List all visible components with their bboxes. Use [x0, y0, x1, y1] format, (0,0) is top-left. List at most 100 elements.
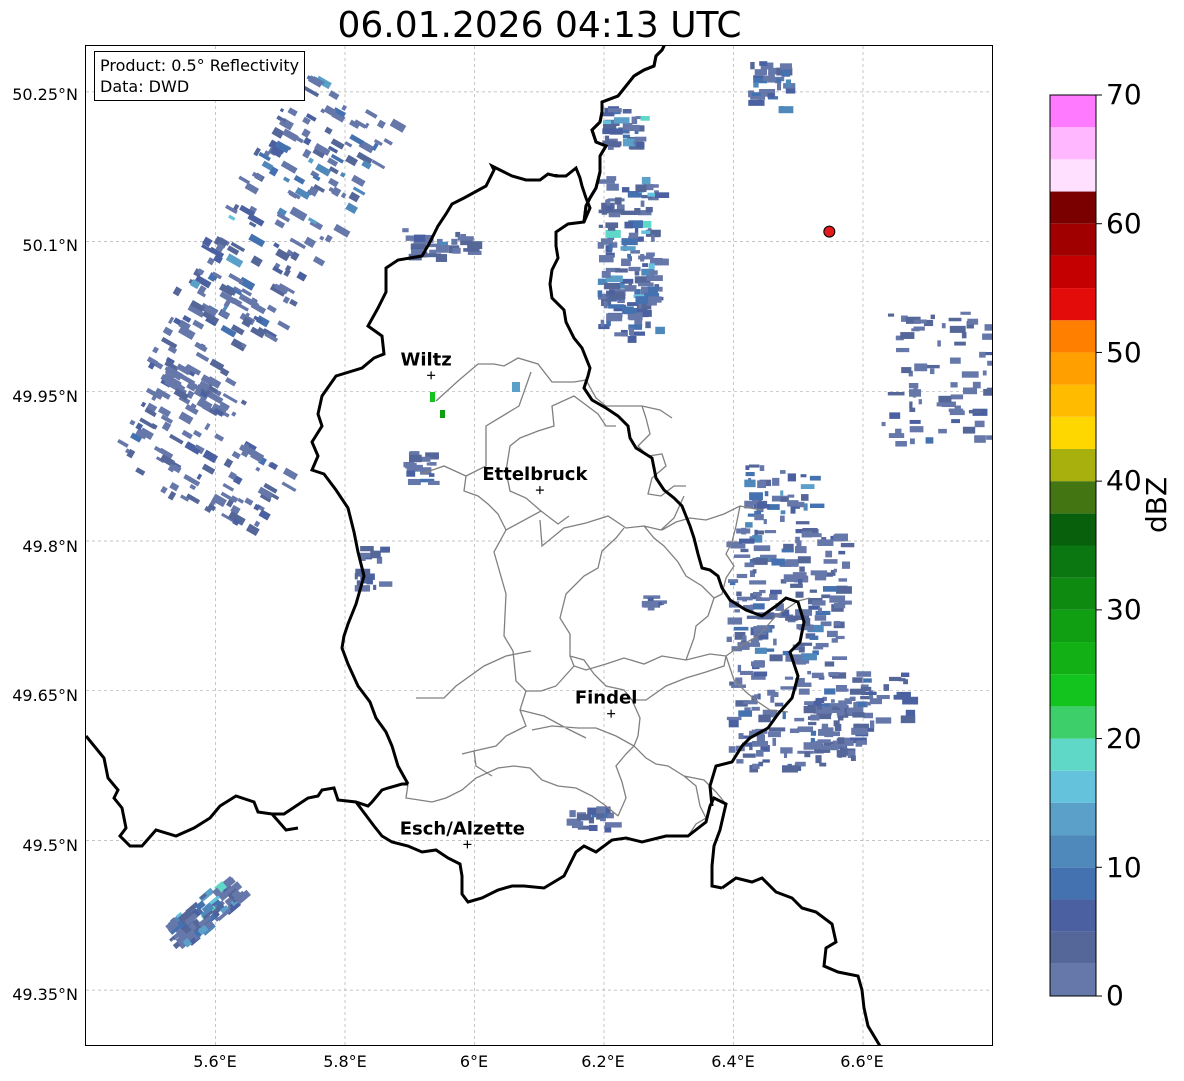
echo-cell [836, 585, 848, 592]
echo-cell [640, 115, 650, 121]
echo-cell [598, 224, 603, 228]
echo-cell [635, 116, 641, 120]
echo-cell [841, 561, 851, 569]
echo-cell [635, 296, 649, 304]
colorbar-band [1050, 609, 1096, 643]
echo-cell [889, 676, 902, 682]
echo-cell [838, 550, 846, 555]
echo-cell [979, 351, 986, 358]
echo-cell [757, 480, 767, 489]
echo-cell [770, 696, 775, 703]
echo-cell [840, 542, 855, 548]
echo-cell [749, 580, 767, 585]
colorbar-band [1050, 899, 1096, 932]
colorbar-tick-label: 30 [1106, 593, 1142, 626]
echo-cell [863, 678, 872, 683]
echo-cell [307, 157, 314, 164]
echo-cell [795, 521, 810, 525]
echo-cell [279, 108, 285, 113]
echo-cell [824, 661, 835, 667]
echo-cell [819, 762, 827, 767]
echo-cell [817, 729, 826, 736]
echo-cell [293, 175, 306, 185]
radar-map-panel[interactable]: Wiltz Ettelbruck Findel Esch/Alzette [85, 45, 993, 1046]
echo-cell [837, 716, 844, 721]
city-label: Ettelbruck [482, 464, 588, 485]
echo-cell [429, 249, 437, 254]
echo-cell [783, 543, 794, 550]
echo-cell [624, 285, 637, 292]
echo-cell [895, 440, 907, 447]
echo-cell [600, 818, 606, 822]
echo-cell [852, 712, 865, 718]
echo-cell [152, 346, 159, 354]
echo-cell [726, 636, 732, 643]
echo-cell [301, 128, 311, 138]
lat-tick-label: 49.65°N [12, 686, 78, 705]
echo-cell [833, 534, 843, 542]
echo-cell [834, 620, 841, 626]
echo-cell [764, 491, 769, 497]
echo-cell [905, 709, 916, 716]
echo-cell [833, 602, 846, 609]
echo-cell [605, 229, 621, 238]
echo-cell [737, 664, 742, 673]
echo-cell [824, 688, 836, 695]
echo-cell [960, 311, 971, 315]
echo-cell [863, 712, 874, 719]
echo-cell [913, 319, 927, 324]
data-source-label: Data: DWD [100, 77, 190, 96]
echo-cell [948, 317, 962, 322]
echo-cell [324, 234, 333, 243]
echo-cell [789, 728, 800, 734]
echo-cell [371, 159, 386, 170]
echo-cell [809, 589, 817, 593]
echo-cell [273, 242, 280, 249]
colorbar-band [1050, 642, 1096, 675]
echo-cell [756, 530, 764, 535]
echo-cell [604, 282, 621, 290]
echo-cell [634, 136, 647, 142]
echo-cell [936, 402, 949, 407]
echo-cell [206, 257, 216, 266]
echo-cell [655, 192, 670, 198]
echo-cell [795, 591, 804, 598]
echo-cell [223, 458, 234, 469]
echo-cell [222, 483, 235, 492]
echo-cell [280, 160, 298, 174]
echo-cell [950, 394, 964, 400]
echo-cell [967, 318, 979, 325]
colorbar-band [1050, 835, 1096, 868]
colorbar-band [1050, 802, 1096, 836]
echo-cell [606, 320, 611, 327]
colorbar-tick-label: 50 [1106, 336, 1142, 369]
colorbar-band [1050, 352, 1096, 385]
echo-cell [607, 225, 616, 231]
echo-cell [289, 206, 308, 222]
echo-cell [622, 108, 632, 114]
echo-cell [225, 377, 237, 387]
echo-cell [169, 482, 180, 492]
echo-cell [370, 550, 381, 559]
colorbar-band [1050, 448, 1096, 482]
echo-cell [634, 131, 639, 135]
echo-cell [635, 184, 647, 193]
echo-cell [961, 371, 979, 378]
echo-cell [277, 320, 291, 331]
echo-cell [767, 731, 781, 738]
echo-cell [938, 428, 947, 434]
echo-cell [641, 176, 651, 185]
echo-cell [364, 109, 378, 119]
echo-cell [798, 647, 805, 653]
echo-cell [961, 332, 967, 339]
echo-cell [302, 148, 312, 159]
echo-cell [424, 253, 442, 258]
echo-cell [634, 271, 640, 276]
echo-cell [402, 228, 409, 233]
echo-cell [738, 733, 744, 740]
colorbar-band [1050, 191, 1096, 224]
echo-cell [918, 399, 922, 405]
echo-cell [621, 238, 638, 246]
echo-cell [729, 582, 736, 586]
echo-cell [768, 72, 775, 79]
